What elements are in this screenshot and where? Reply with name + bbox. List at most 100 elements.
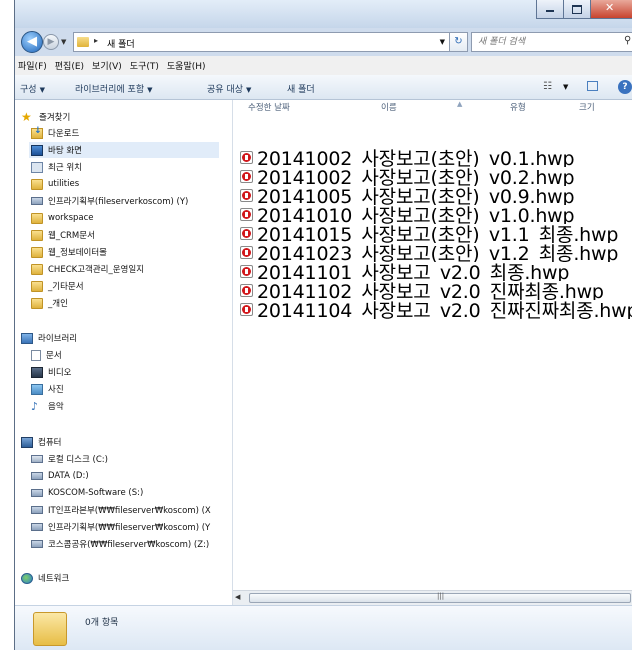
column-header-size[interactable]: 크기 bbox=[579, 100, 595, 120]
hwp-file-icon bbox=[240, 189, 253, 202]
nav-item-documents[interactable]: 문서 bbox=[31, 347, 62, 363]
desktop-icon bbox=[31, 144, 43, 156]
nav-item-workspace[interactable]: workspace bbox=[31, 210, 94, 226]
nav-item-recent[interactable]: 최근 위치 bbox=[31, 159, 82, 175]
nav-label: 비디오 bbox=[48, 368, 72, 378]
nav-item-infra-planning-y2[interactable]: 인프라기획부(₩₩fileserver₩koscom) (Y bbox=[31, 519, 210, 535]
nav-label: _개인 bbox=[48, 299, 68, 309]
file-list: 20141002_사장보고(초안)_v0.1.hwp 20141002_사장보고… bbox=[240, 148, 632, 319]
scrollbar-thumb[interactable]: ||| bbox=[249, 592, 631, 603]
nav-label: 즐겨찾기 bbox=[39, 113, 71, 123]
nav-item-personal[interactable]: _개인 bbox=[31, 295, 68, 311]
file-row[interactable]: 20141015_사장보고(초안)_v1.1_최종.hwp bbox=[240, 224, 632, 243]
refresh-icon[interactable]: ↻ bbox=[450, 32, 468, 52]
file-row[interactable]: 20141102_사장보고_v2.0_진짜최종.hwp bbox=[240, 281, 632, 300]
preview-pane-icon[interactable] bbox=[587, 81, 598, 91]
scroll-left-icon[interactable]: ◀ bbox=[235, 593, 245, 603]
file-list-pane: 수정한 날짜 ▲ 이름 유형 크기 20141002_사장보고(초안)_v0.1… bbox=[233, 100, 632, 590]
menu-help[interactable]: 도움말(H) bbox=[163, 59, 210, 72]
chevron-down-icon: ▼ bbox=[147, 86, 153, 94]
nav-label: KOSCOM-Software (S:) bbox=[48, 488, 144, 498]
forward-arrow-icon[interactable]: ▶ bbox=[43, 34, 59, 50]
navigation-pane: ★ 즐겨찾기 다운로드 바탕 화면 최근 위치 utilities 인프라기획부(… bbox=[15, 100, 233, 628]
new-folder-button[interactable]: 새 폴더 bbox=[287, 82, 315, 95]
nav-network[interactable]: 네트워크 bbox=[21, 570, 69, 586]
search-box[interactable]: ⚲ bbox=[471, 32, 632, 52]
file-row[interactable]: 20141104_사장보고_v2.0_진짜진짜최종.hwp bbox=[240, 300, 632, 319]
address-dropdown-icon[interactable]: ▼ bbox=[440, 38, 445, 46]
downloads-folder-icon bbox=[31, 126, 43, 139]
menu-edit[interactable]: 편집(E) bbox=[51, 59, 88, 72]
nav-item-web-crm[interactable]: 웹_CRM문서 bbox=[31, 227, 95, 243]
hwp-file-icon bbox=[240, 284, 253, 297]
menu-tools[interactable]: 도구(T) bbox=[126, 59, 163, 72]
nav-label: 인프라기획부(fileserverkoscom) (Y) bbox=[48, 197, 189, 207]
include-library-button[interactable]: 라이브러리에 포함 ▼ bbox=[75, 82, 153, 95]
file-name: 20141002_사장보고(초안)_v0.2.hwp bbox=[257, 167, 575, 186]
back-arrow-icon[interactable]: ◀ bbox=[21, 31, 43, 53]
file-name: 20141002_사장보고(초안)_v0.1.hwp bbox=[257, 148, 575, 167]
file-row[interactable]: 20141002_사장보고(초안)_v0.1.hwp bbox=[240, 148, 632, 167]
nav-item-koscom-share-z[interactable]: 코스콤공유(₩₩fileserver₩koscom) (Z:) bbox=[31, 536, 209, 552]
nav-item-etc-docs[interactable]: _기타문서 bbox=[31, 278, 84, 294]
nav-libraries[interactable]: 라이브러리 bbox=[21, 330, 77, 346]
item-count: 0개 항목 bbox=[85, 618, 119, 628]
nav-item-videos[interactable]: 비디오 bbox=[31, 364, 71, 380]
help-icon[interactable]: ? bbox=[618, 80, 632, 94]
address-bar[interactable]: ▸ 새 폴더 ▼ bbox=[73, 32, 450, 52]
minimize-button[interactable] bbox=[536, 0, 564, 19]
hwp-file-icon bbox=[240, 151, 253, 164]
library-icon bbox=[21, 332, 33, 344]
chevron-down-icon[interactable]: ▼ bbox=[563, 83, 568, 91]
hwp-file-icon bbox=[240, 303, 253, 316]
close-button[interactable] bbox=[590, 0, 632, 19]
nav-item-koscom-software-s[interactable]: KOSCOM-Software (S:) bbox=[31, 485, 143, 501]
nav-item-local-disk-c[interactable]: 로컬 디스크 (C:) bbox=[31, 451, 108, 467]
horizontal-scrollbar[interactable]: ◀ ||| bbox=[233, 590, 632, 605]
nav-item-web-datamall[interactable]: 웹_정보데이터몰 bbox=[31, 244, 107, 260]
file-row[interactable]: 20141005_사장보고(초안)_v0.9.hwp bbox=[240, 186, 632, 205]
nav-item-data-d[interactable]: DATA (D:) bbox=[31, 468, 89, 484]
search-icon[interactable]: ⚲ bbox=[624, 35, 631, 46]
nav-label: 음악 bbox=[48, 402, 64, 412]
nav-favorites[interactable]: ★ 즐겨찾기 bbox=[21, 109, 70, 125]
drive-icon bbox=[31, 472, 43, 480]
breadcrumb-current-folder[interactable]: 새 폴더 bbox=[107, 37, 135, 50]
column-header-name[interactable]: 이름 bbox=[381, 100, 397, 120]
file-row[interactable]: 20141010_사장보고(초안)_v1.0.hwp bbox=[240, 205, 632, 224]
search-input[interactable] bbox=[472, 33, 630, 51]
nav-item-check-log[interactable]: CHECK고객관리_운영일지 bbox=[31, 261, 144, 277]
details-pane: 0개 항목 bbox=[15, 605, 632, 650]
nav-item-pictures[interactable]: 사진 bbox=[31, 381, 64, 397]
nav-item-downloads[interactable]: 다운로드 bbox=[31, 125, 79, 141]
nav-label: 다운로드 bbox=[48, 129, 80, 139]
share-with-button[interactable]: 공유 대상 ▼ bbox=[207, 82, 251, 95]
nav-item-infra-planning-y[interactable]: 인프라기획부(fileserverkoscom) (Y) bbox=[31, 193, 188, 209]
breadcrumb-separator-icon[interactable]: ▸ bbox=[94, 36, 98, 45]
nav-item-desktop[interactable]: 바탕 화면 bbox=[29, 142, 219, 158]
nav-label: DATA (D:) bbox=[48, 471, 89, 481]
nav-computer[interactable]: 컴퓨터 bbox=[21, 434, 61, 450]
file-row[interactable]: 20141101_사장보고_v2.0_최종.hwp bbox=[240, 262, 632, 281]
nav-item-it-infra-x[interactable]: IT인프라본부(₩₩fileserver₩koscom) (X bbox=[31, 502, 211, 518]
maximize-button[interactable] bbox=[563, 0, 591, 19]
nav-item-utilities[interactable]: utilities bbox=[31, 176, 79, 192]
folder-icon bbox=[33, 612, 67, 646]
menu-view[interactable]: 보기(V) bbox=[88, 59, 126, 72]
column-header-modified[interactable]: 수정한 날짜 bbox=[248, 100, 290, 120]
explorer-window: ◀ ▶ ▼ ▸ 새 폴더 ▼ ↻ ⚲ 파일(F) 편집(E) 보기(V) 도구(… bbox=[14, 0, 632, 650]
history-dropdown-icon[interactable]: ▼ bbox=[61, 38, 66, 46]
hwp-file-icon bbox=[240, 170, 253, 183]
file-row[interactable]: 20141002_사장보고(초안)_v0.2.hwp bbox=[240, 167, 632, 186]
organize-button[interactable]: 구성 ▼ bbox=[20, 82, 45, 95]
nav-item-music[interactable]: ♪ 음악 bbox=[31, 398, 64, 414]
file-name: 20141010_사장보고(초안)_v1.0.hwp bbox=[257, 205, 575, 224]
file-row[interactable]: 20141023_사장보고(초안)_v1.2_최종.hwp bbox=[240, 243, 632, 262]
folder-icon bbox=[31, 280, 43, 292]
menu-file[interactable]: 파일(F) bbox=[15, 59, 51, 72]
network-drive-icon bbox=[31, 489, 43, 497]
column-header-type[interactable]: 유형 bbox=[510, 100, 526, 120]
nav-label: 최근 위치 bbox=[48, 163, 82, 173]
include-library-label: 라이브러리에 포함 bbox=[75, 85, 145, 95]
view-options-icon[interactable]: ☷ bbox=[543, 81, 552, 92]
